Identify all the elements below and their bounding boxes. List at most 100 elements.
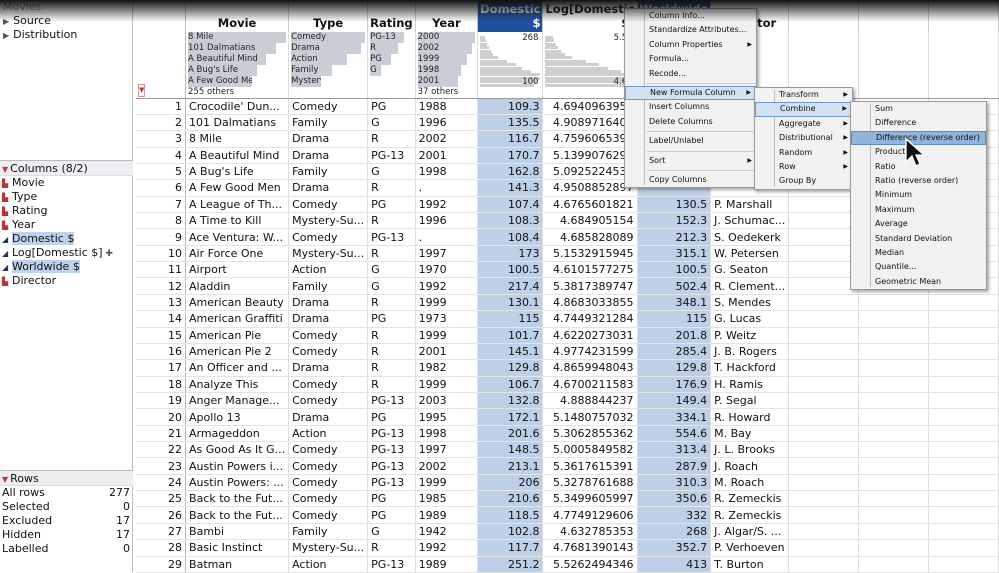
row-number[interactable]: 24 — [136, 474, 187, 492]
data-cell[interactable]: 348.1 — [637, 294, 712, 312]
row-number[interactable]: 28 — [136, 539, 187, 557]
data-cell[interactable]: PG — [367, 490, 416, 508]
data-cell[interactable]: 1989 — [415, 556, 479, 573]
data-cell[interactable]: 100.5 — [477, 261, 544, 279]
menu-item[interactable]: Aggregate ▶ — [755, 117, 852, 131]
table-row[interactable]: 20 Apollo 13 Drama PG 1995 172.1 5.1480757032 3… — [136, 408, 999, 426]
data-cell[interactable]: 130.5 — [637, 196, 712, 214]
empty-cell[interactable] — [788, 490, 859, 508]
data-cell[interactable]: Austin Powers: ... — [185, 474, 290, 492]
data-cell[interactable]: 108.4 — [477, 228, 544, 246]
data-cell[interactable]: Back to the Fut... — [185, 490, 290, 508]
data-cell[interactable]: PG-13 — [367, 228, 416, 246]
data-cell[interactable]: R — [367, 245, 416, 263]
data-cell[interactable]: 1985 — [415, 490, 479, 508]
data-cell[interactable]: Drama — [288, 147, 369, 164]
data-cell[interactable]: Austin Powers i... — [185, 457, 290, 475]
data-cell[interactable]: 4.7749129606 — [542, 506, 638, 524]
data-cell[interactable]: 1996 — [415, 114, 479, 132]
data-cell[interactable]: 5.0925224536 — [542, 163, 638, 181]
tree-item-distribution[interactable]: ▶ Distribution — [3, 28, 132, 42]
data-cell[interactable]: 310.3 — [637, 474, 712, 492]
data-cell[interactable]: R — [367, 130, 416, 148]
empty-cell[interactable] — [858, 376, 929, 393]
table-row[interactable]: 24 Austin Powers: ... Comedy PG-13 1999 206 5.… — [136, 474, 999, 492]
data-cell[interactable]: J. Schumac... — [710, 212, 790, 230]
data-cell[interactable]: W. Petersen — [710, 245, 790, 263]
data-cell[interactable]: 1997 — [415, 441, 479, 459]
data-cell[interactable]: 5.3278761688 — [542, 474, 638, 492]
menu-item[interactable]: Column Info... — [625, 9, 756, 23]
data-cell[interactable]: Analyze This — [185, 376, 290, 393]
data-cell[interactable]: 100.5 — [637, 261, 712, 279]
data-cell[interactable]: Drama — [288, 179, 369, 197]
data-cell[interactable]: Airport — [185, 261, 290, 279]
row-number[interactable]: 11 — [136, 261, 187, 279]
data-cell[interactable]: 2001 — [415, 147, 479, 164]
empty-cell[interactable] — [788, 506, 859, 524]
data-cell[interactable]: Family — [288, 523, 369, 541]
table-row[interactable]: 26 Back to the Fut... Comedy PG 1989 118.5 4.7… — [136, 506, 999, 524]
data-cell[interactable]: 130.1 — [477, 294, 544, 312]
column-list-item[interactable]: ▙ Type — [0, 190, 133, 204]
data-cell[interactable]: 4.6220273031 — [542, 327, 638, 344]
data-cell[interactable]: Batman — [185, 556, 290, 573]
data-cell[interactable]: An Officer and ... — [185, 359, 290, 377]
data-cell[interactable]: 201.8 — [637, 327, 712, 344]
table-row[interactable]: 15 American Pie Comedy R 1999 101.7 4.62202730… — [136, 327, 999, 344]
data-cell[interactable]: 102.8 — [477, 523, 544, 541]
data-cell[interactable]: 1988 — [415, 98, 479, 115]
data-cell[interactable]: 4.9089716403 — [542, 114, 638, 132]
data-cell[interactable]: 251.2 — [477, 556, 544, 573]
data-cell[interactable]: 313.4 — [637, 441, 712, 459]
data-cell[interactable]: PG-13 — [367, 147, 416, 164]
empty-column-header[interactable] — [788, 0, 859, 32]
empty-cell[interactable] — [928, 474, 999, 492]
empty-cell[interactable] — [928, 343, 999, 361]
data-cell[interactable]: PG-13 — [367, 556, 416, 573]
empty-cell[interactable] — [788, 327, 859, 344]
data-cell[interactable]: 334.1 — [637, 408, 712, 426]
data-cell[interactable]: PG-13 — [367, 425, 416, 443]
tree-item-source[interactable]: ▶ Source — [3, 14, 132, 28]
row-number[interactable]: 21 — [136, 425, 187, 443]
data-cell[interactable]: Comedy — [288, 392, 369, 410]
empty-cell[interactable] — [858, 556, 929, 573]
row-number[interactable]: 12 — [136, 277, 187, 295]
column-header[interactable]: Log[Domestic $] — [542, 0, 638, 32]
data-cell[interactable]: 101 Dalmatians — [185, 114, 290, 132]
table-row[interactable]: 28 Basic Instinct Mystery-Su... R 1992 117.7 4… — [136, 539, 999, 557]
data-cell[interactable]: 115 — [477, 310, 544, 328]
empty-cell[interactable] — [928, 457, 999, 475]
table-row[interactable]: 29 Batman Action PG-13 1989 251.2 5.5262494346… — [136, 556, 999, 573]
data-cell[interactable]: Family — [288, 163, 369, 181]
empty-cell[interactable] — [858, 506, 929, 524]
red-triangle-icon[interactable]: ▼ — [2, 165, 8, 174]
data-cell[interactable]: R — [367, 294, 416, 312]
data-cell[interactable]: Drama — [288, 310, 369, 328]
data-cell[interactable]: 217.4 — [477, 277, 544, 295]
empty-cell[interactable] — [928, 506, 999, 524]
table-row[interactable]: 17 An Officer and ... Drama R 1982 129.8 4.865… — [136, 359, 999, 377]
data-cell[interactable]: G — [367, 163, 416, 181]
data-cell[interactable]: Bambi — [185, 523, 290, 541]
empty-cell[interactable] — [788, 523, 859, 541]
data-cell[interactable]: 5.1399076298 — [542, 147, 638, 164]
data-cell[interactable]: PG-13 — [367, 457, 416, 475]
data-cell[interactable]: 145.1 — [477, 343, 544, 361]
data-cell[interactable]: 132.8 — [477, 392, 544, 410]
data-cell[interactable]: American Pie 2 — [185, 343, 290, 361]
empty-cell[interactable] — [788, 310, 859, 328]
menu-item[interactable]: Copy Columns — [625, 173, 756, 187]
data-cell[interactable]: 118.5 — [477, 506, 544, 524]
data-cell[interactable]: Action — [288, 556, 369, 573]
empty-cell[interactable] — [788, 294, 859, 312]
data-cell[interactable]: American Graffiti — [185, 310, 290, 328]
data-cell[interactable]: PG-13 — [367, 392, 416, 410]
data-cell[interactable]: Mystery-Su... — [288, 212, 369, 230]
table-row[interactable]: 16 American Pie 2 Comedy R 2001 145.1 4.977423… — [136, 343, 999, 361]
data-cell[interactable]: Comedy — [288, 441, 369, 459]
empty-cell[interactable] — [858, 310, 929, 328]
empty-cell[interactable] — [858, 490, 929, 508]
data-cell[interactable]: 210.6 — [477, 490, 544, 508]
